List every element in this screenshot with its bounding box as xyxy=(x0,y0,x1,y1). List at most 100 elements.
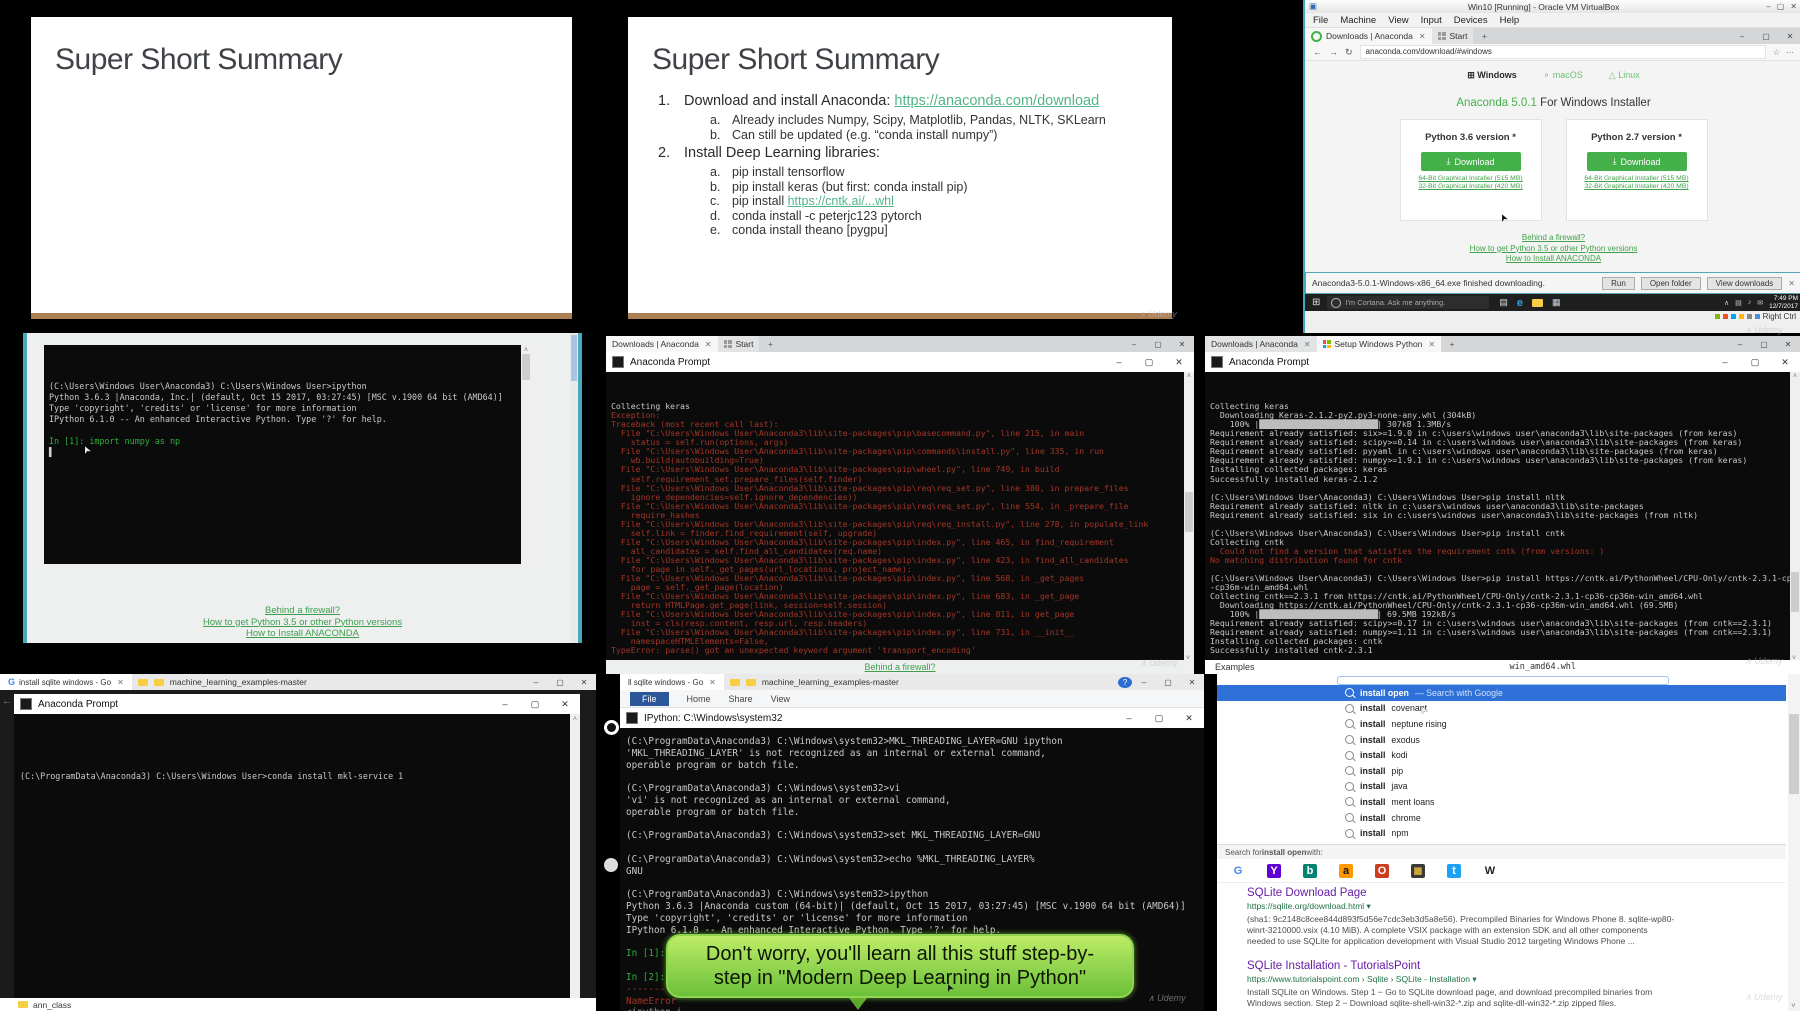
virtualbox-titlebar[interactable]: ▣ Win10 [Running] - Oracle VM VirtualBox… xyxy=(1305,0,1800,13)
installer-link-64[interactable]: 64-Bit Graphical Installer (515 MB) xyxy=(1567,175,1707,182)
tab-close-icon[interactable]: ✕ xyxy=(709,678,716,687)
menu-item[interactable]: Help xyxy=(1500,15,1520,26)
installer-link-64[interactable]: 64-Bit Graphical Installer (515 MB) xyxy=(1401,175,1541,182)
download-button-py36[interactable]: ⤓Download xyxy=(1421,152,1521,171)
view-downloads-button[interactable]: View downloads xyxy=(1707,277,1783,290)
os-tab-macos[interactable]: ⚬ macOS xyxy=(1543,70,1583,81)
terminal-console[interactable]: ˄ (C:\ProgramData\Anaconda3) C:\Users\Wi… xyxy=(14,714,580,1011)
menu-item[interactable]: File xyxy=(1313,15,1328,26)
more-icon[interactable]: ⋯ xyxy=(1786,48,1794,57)
prompt-titlebar[interactable]: Anaconda Prompt –▢✕ xyxy=(14,694,580,714)
tab-start[interactable]: Start xyxy=(718,336,760,352)
maximize-icon[interactable]: ▢ xyxy=(1134,357,1164,368)
tab-close-icon[interactable]: ✕ xyxy=(1304,340,1311,349)
firewall-link[interactable]: Behind a firewall? xyxy=(864,662,935,672)
engine-icon[interactable]: Y xyxy=(1267,864,1281,878)
ribbon-tab[interactable]: Home xyxy=(687,694,711,704)
console-scrollbar[interactable]: ˄ xyxy=(570,714,580,1011)
back-icon[interactable]: ← xyxy=(1313,47,1322,57)
installer-link-32[interactable]: 32-Bit Graphical Installer (420 MB) xyxy=(1567,183,1707,190)
minimize-icon[interactable]: – xyxy=(490,699,520,710)
python35-link[interactable]: How to get Python 3.5 or other Python ve… xyxy=(27,617,578,629)
tray-grid-icon[interactable]: ▤ xyxy=(1735,299,1742,307)
close-icon[interactable]: ✕ xyxy=(1180,678,1204,687)
new-tab-button[interactable]: + xyxy=(1473,28,1495,44)
tab-close-icon[interactable]: ✕ xyxy=(1428,340,1435,349)
store-icon[interactable]: ▦ xyxy=(1552,297,1561,308)
engine-icon[interactable]: O xyxy=(1375,864,1389,878)
os-tab-linux[interactable]: △ Linux xyxy=(1609,70,1640,81)
download-button-py27[interactable]: ⤓Download xyxy=(1587,152,1687,171)
tab-downloads-anaconda[interactable]: Downloads | Anaconda ✕ xyxy=(1205,336,1317,352)
ipython-titlebar[interactable]: IPython: C:\Windows\system32 –▢✕ xyxy=(620,708,1204,728)
back-icon[interactable]: ← xyxy=(2,696,12,707)
tray-note-icon[interactable]: ♪ xyxy=(1748,299,1752,306)
reload-icon[interactable]: ↻ xyxy=(1345,47,1353,58)
minimize-icon[interactable]: – xyxy=(1114,713,1144,724)
tab-close-icon[interactable]: ✕ xyxy=(117,678,124,687)
forward-icon[interactable]: → xyxy=(1329,47,1338,57)
edge-icon[interactable]: e xyxy=(1517,297,1523,309)
terminal-console[interactable]: ˄˅ Collecting kerasException:Traceback (… xyxy=(606,372,1194,663)
engine-icon[interactable]: t xyxy=(1447,864,1461,878)
close-icon[interactable]: ✕ xyxy=(1170,340,1194,349)
ribbon-tab[interactable]: File xyxy=(630,692,669,706)
search-suggestion[interactable]: install chrome xyxy=(1217,810,1786,826)
menu-item[interactable]: Machine xyxy=(1340,15,1376,26)
minimize-icon[interactable]: – xyxy=(1730,32,1754,41)
minimize-icon[interactable]: – xyxy=(1766,2,1770,11)
anaconda-download-link[interactable]: https://anaconda.com/download xyxy=(894,93,1099,109)
engine-icon[interactable]: G xyxy=(1231,864,1245,878)
favorites-icon[interactable]: ☆ xyxy=(1773,48,1780,57)
install-anaconda-link[interactable]: How to Install ANACONDA xyxy=(1305,254,1800,265)
chrome-tab-fragment[interactable]: ll sqlite windows - Go ✕ xyxy=(620,674,724,690)
engine-icon[interactable]: b xyxy=(1303,864,1317,878)
maximize-icon[interactable]: ▢ xyxy=(1777,2,1785,11)
minimize-icon[interactable]: – xyxy=(524,678,548,687)
start-button[interactable]: ⊞ xyxy=(1305,297,1327,308)
close-icon[interactable]: ✕ xyxy=(1164,357,1194,368)
close-icon[interactable]: ✕ xyxy=(1770,357,1800,368)
search-suggestion[interactable]: installment loans xyxy=(1217,794,1786,810)
browser-profile-icon[interactable] xyxy=(604,858,618,872)
help-icon[interactable]: ? xyxy=(1118,677,1132,688)
firewall-link[interactable]: Behind a firewall? xyxy=(27,605,578,617)
close-icon[interactable]: ✕ xyxy=(572,678,596,687)
tab-downloads-anaconda[interactable]: Downloads | Anaconda ✕ xyxy=(1305,28,1432,44)
result-title[interactable]: SQLite Download Page xyxy=(1247,887,1760,899)
engine-icon[interactable]: a xyxy=(1339,864,1353,878)
minimize-icon[interactable]: – xyxy=(1132,678,1156,687)
search-suggestion[interactable]: install npm xyxy=(1217,825,1786,841)
maximize-icon[interactable]: ▢ xyxy=(520,699,550,710)
new-tab-button[interactable]: + xyxy=(1441,336,1463,352)
cntk-link[interactable]: https://cntk.ai/...whl xyxy=(788,194,894,208)
maximize-icon[interactable]: ▢ xyxy=(1740,357,1770,368)
python35-link[interactable]: How to get Python 3.5 or other Python ve… xyxy=(1305,244,1800,255)
minimize-icon[interactable]: – xyxy=(1104,357,1134,368)
ribbon-tab[interactable]: View xyxy=(771,694,790,704)
search-suggestion[interactable]: install java xyxy=(1217,779,1786,795)
tray-up-icon[interactable]: ∧ xyxy=(1724,299,1729,307)
search-suggestion[interactable]: install open — Search with Google xyxy=(1217,685,1786,701)
file-explorer-icon[interactable] xyxy=(1532,299,1543,307)
tab-start[interactable]: Start xyxy=(1432,28,1474,44)
prompt-titlebar[interactable]: Anaconda Prompt –▢✕ xyxy=(1205,352,1800,372)
maximize-icon[interactable]: ▢ xyxy=(1144,713,1174,724)
tab-setup-windows-python[interactable]: Setup Windows Python ✕ xyxy=(1317,336,1442,352)
maximize-icon[interactable]: ▢ xyxy=(548,678,572,687)
url-field-fragment[interactable] xyxy=(1337,676,1669,685)
close-icon[interactable]: ✕ xyxy=(550,699,580,710)
maximize-icon[interactable]: ▢ xyxy=(1752,340,1776,349)
terminal-console[interactable]: ˄ (C:\Users\Windows User\Anaconda3) C:\U… xyxy=(44,345,531,564)
maximize-icon[interactable]: ▢ xyxy=(1156,678,1180,687)
cortana-search[interactable]: I'm Cortana. Ask me anything. xyxy=(1327,296,1489,309)
engine-icon[interactable]: W xyxy=(1483,864,1497,878)
close-icon[interactable]: ✕ xyxy=(1788,279,1795,288)
maximize-icon[interactable]: ▢ xyxy=(1754,32,1778,41)
maximize-icon[interactable]: ▢ xyxy=(1146,340,1170,349)
search-suggestion[interactable]: install exodus xyxy=(1217,732,1786,748)
menu-item[interactable]: Input xyxy=(1421,15,1442,26)
results-scrollbar[interactable]: ˅ xyxy=(1788,674,1800,1011)
close-icon[interactable]: ✕ xyxy=(1776,340,1800,349)
minimize-icon[interactable]: – xyxy=(1728,340,1752,349)
